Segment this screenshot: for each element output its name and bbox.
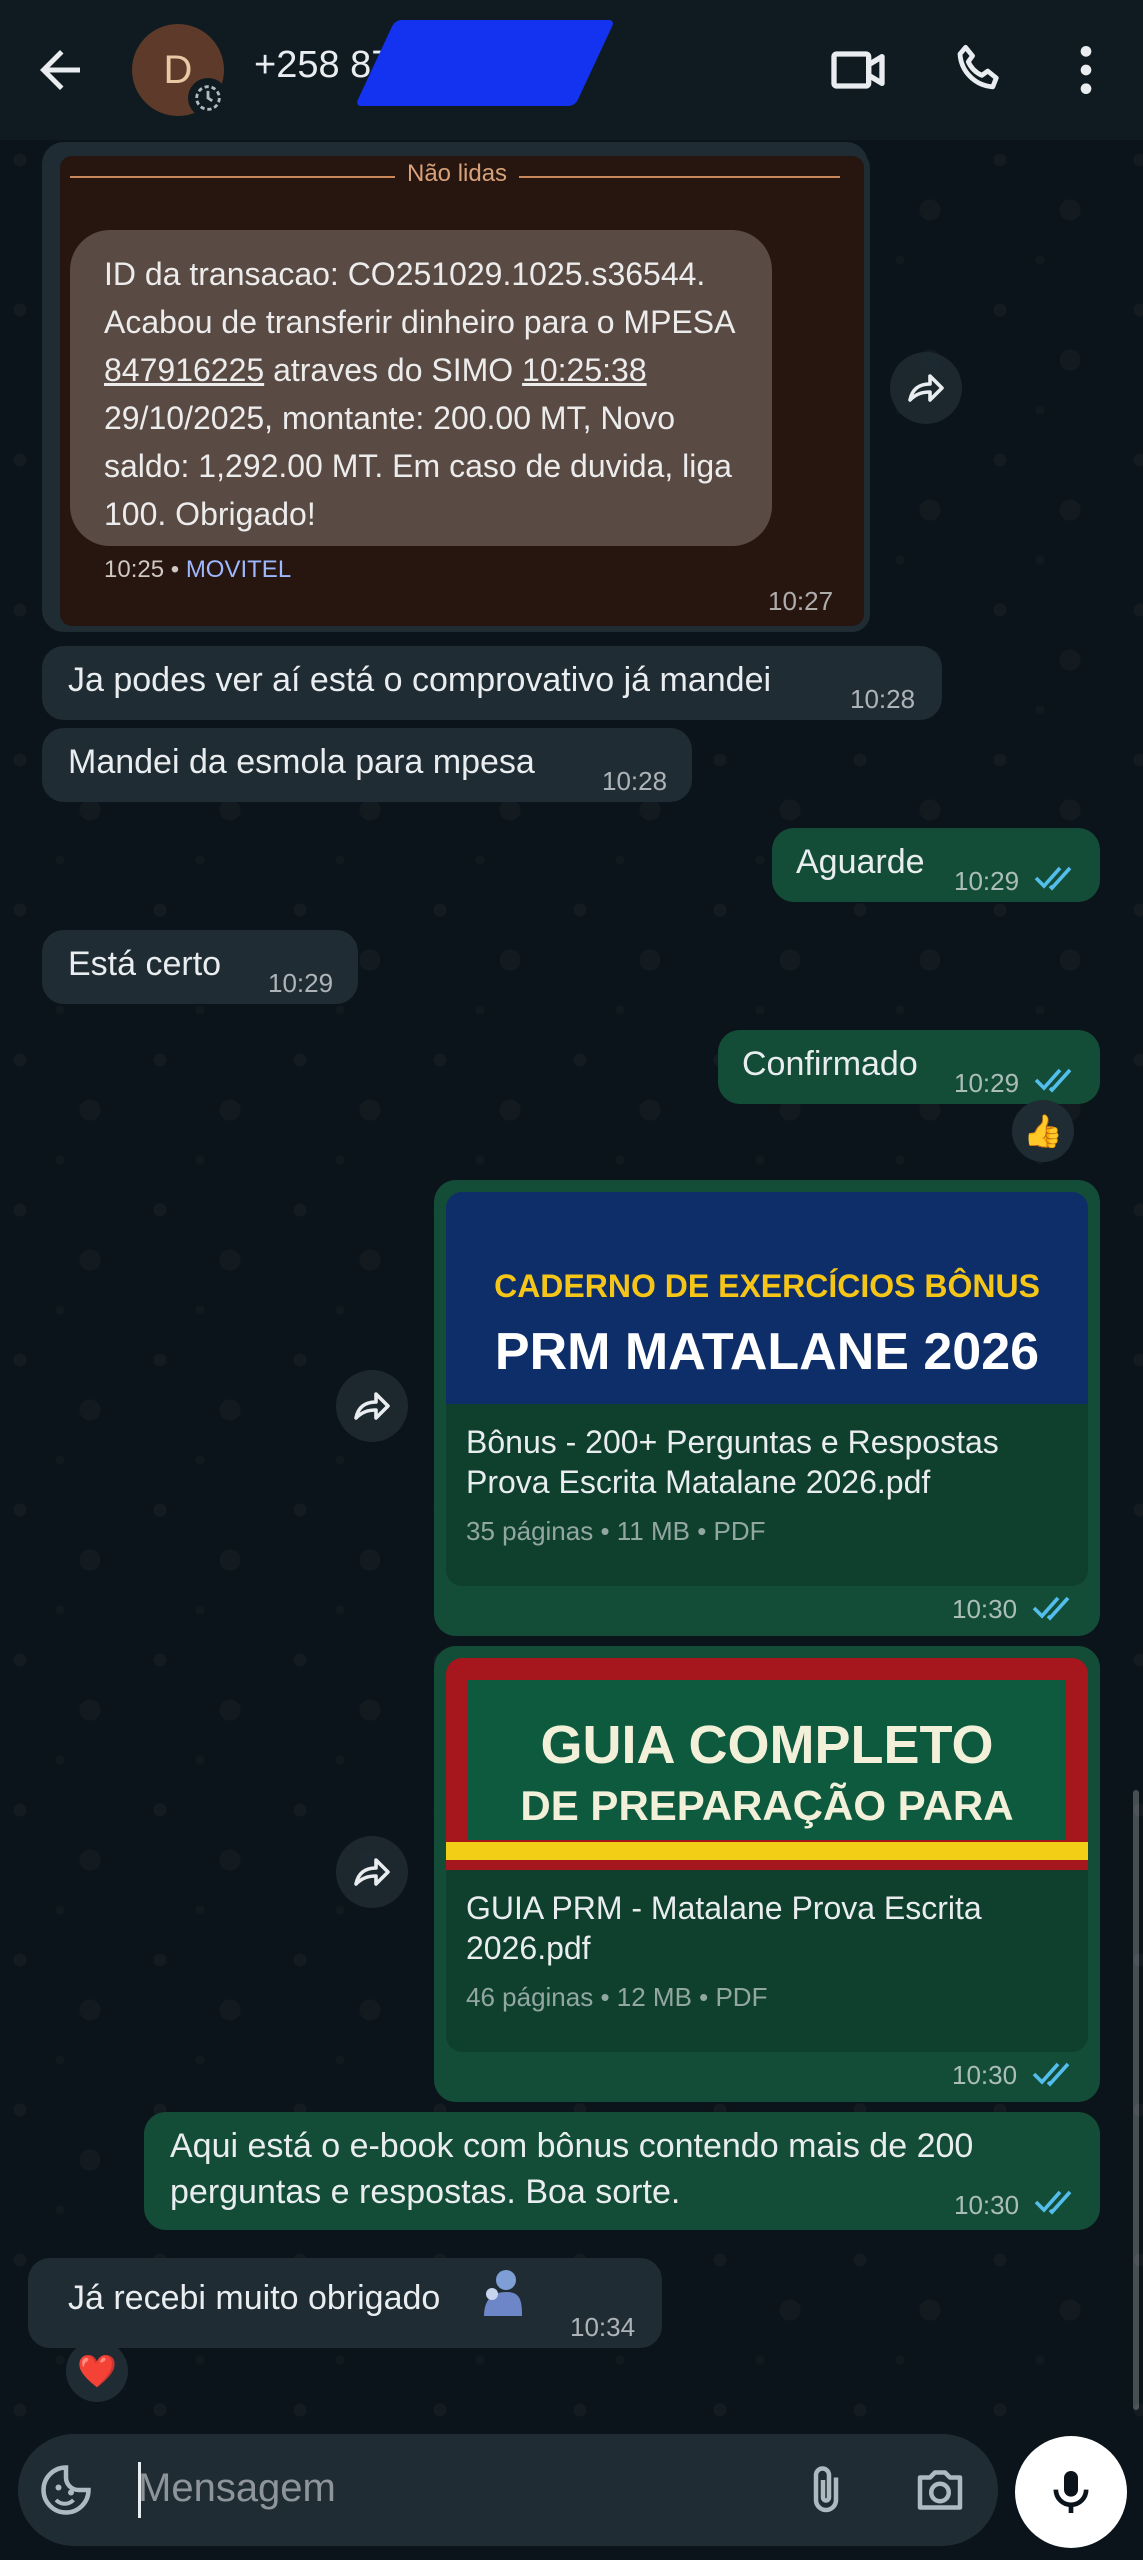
disappearing-timer-icon [188, 78, 228, 118]
message-input[interactable]: Mensagem [138, 2466, 336, 2511]
message-text: Já recebi muito obrigado [68, 2279, 441, 2317]
phone-call-icon[interactable] [948, 38, 1012, 102]
unread-label: Não lidas [395, 160, 520, 188]
document-thumbnail: GUIA COMPLETO DE PREPARAÇÃO PARA [446, 1658, 1088, 1870]
thumbnail-heading: GUIA COMPLETO [540, 1715, 994, 1775]
message-time: 10:29 [268, 968, 334, 998]
sms-line-part: atraves do SIMO [264, 352, 523, 388]
outgoing-message[interactable]: Confirmado 10:29 [718, 1030, 1100, 1104]
message-time: 10:28 [850, 684, 916, 714]
document-message[interactable]: CADERNO DE EXERCÍCIOS BÔNUS PRM MATALANE… [434, 1180, 1100, 1636]
sms-time-link: 10:25:38 [522, 352, 647, 388]
message-text: Mandei da esmola para mpesa [68, 743, 535, 781]
forward-icon[interactable] [336, 1836, 408, 1908]
reaction-heart[interactable]: ❤️ [66, 2340, 128, 2402]
sms-line: 847916225 atraves do SIMO 10:25:38 [104, 346, 738, 394]
message-time: 10:28 [602, 766, 668, 796]
thumbnail-title: PRM MATALANE 2026 [494, 1323, 1040, 1381]
read-ticks-icon [1032, 1596, 1070, 1621]
forward-icon[interactable] [336, 1370, 408, 1442]
read-ticks-icon [1032, 2062, 1070, 2087]
thumbnail-title: DE PREPARAÇÃO PARA [520, 1782, 1014, 1829]
mic-button[interactable] [1015, 2436, 1127, 2548]
message-text: Aguarde [796, 843, 925, 881]
message-time: 10:27 [768, 586, 834, 616]
document-name: Bônus - 200+ Perguntas e Respostas Prova… [466, 1424, 999, 1500]
video-call-icon[interactable] [826, 38, 890, 102]
person-sticker-icon [480, 2268, 524, 2318]
read-ticks-icon [1034, 1068, 1072, 1093]
sms-line: ID da transacao: CO251029.1025.s36544. [104, 256, 706, 292]
back-arrow-icon[interactable] [30, 40, 90, 100]
thumbnail-stripe [446, 1842, 1088, 1860]
incoming-message[interactable]: Ja podes ver aí está o comprovativo já m… [42, 646, 942, 720]
scrollbar[interactable] [1133, 1790, 1139, 2410]
document-thumbnail: CADERNO DE EXERCÍCIOS BÔNUS PRM MATALANE… [446, 1192, 1088, 1404]
sms-phone-number: 847916225 [104, 352, 265, 388]
reaction-thumbs-up[interactable]: 👍 [1012, 1100, 1074, 1162]
sms-line: 100. Obrigado! [104, 496, 316, 532]
sms-line: saldo: 1,292.00 MT. Em caso de duvida, l… [104, 448, 732, 484]
message-time: 10:29 [954, 1068, 1020, 1098]
outgoing-message[interactable]: Aqui está o e-book com bônus contendo ma… [144, 2112, 1100, 2230]
mic-icon [1053, 2471, 1089, 2513]
document-info: 35 páginas • 11 MB • PDF [466, 1516, 766, 1546]
sms-line: 29/10/2025, montante: 200.00 MT, Novo [104, 400, 676, 436]
separator: • [170, 556, 180, 583]
message-time: 10:30 [954, 2190, 1020, 2220]
redaction-scribble [354, 20, 616, 106]
document-name: GUIA PRM - Matalane Prova Escrita 2026.p… [466, 1890, 982, 1966]
sms-line: Acabou de transferir dinheiro para o MPE… [104, 304, 736, 340]
thumbnail-heading: CADERNO DE EXERCÍCIOS BÔNUS [494, 1268, 1040, 1304]
read-ticks-icon [1034, 2190, 1072, 2215]
message-text: Confirmado [742, 1045, 918, 1083]
sms-meta: 10:25 • MOVITEL [104, 556, 291, 584]
attach-icon[interactable] [796, 2460, 856, 2520]
document-card[interactable]: GUIA COMPLETO DE PREPARAÇÃO PARA GUIA PR… [446, 1658, 1088, 2052]
chat-screen: D +258 87 Não lidas ID da transacao: CO2… [0, 0, 1143, 2560]
chat-header: D +258 87 [0, 0, 1143, 140]
message-text: Aqui está o e-book com bônus contendo ma… [170, 2127, 974, 2211]
document-message[interactable]: GUIA COMPLETO DE PREPARAÇÃO PARA GUIA PR… [434, 1646, 1100, 2102]
incoming-message[interactable]: Está certo 10:29 [42, 930, 358, 1004]
avatar-letter: D [163, 47, 193, 92]
sms-time: 10:25 [104, 556, 165, 583]
more-vert-icon[interactable] [1054, 38, 1118, 102]
outgoing-message[interactable]: Aguarde 10:29 [772, 828, 1100, 902]
message-text: Ja podes ver aí está o comprovativo já m… [68, 661, 772, 699]
incoming-message[interactable]: Já recebi muito obrigado 10:34 [28, 2258, 662, 2348]
incoming-message[interactable]: Mandei da esmola para mpesa 10:28 [42, 728, 692, 802]
document-info: 46 páginas • 12 MB • PDF [466, 1982, 768, 2012]
message-text: Está certo [68, 945, 222, 983]
sticker-icon[interactable] [36, 2460, 96, 2520]
forward-icon[interactable] [890, 352, 962, 424]
message-time: 10:30 [952, 2060, 1018, 2090]
read-ticks-icon [1034, 866, 1072, 891]
sms-carrier: MOVITEL [185, 556, 292, 583]
camera-icon[interactable] [910, 2460, 970, 2520]
sms-text: ID da transacao: CO251029.1025.s36544. A… [70, 230, 772, 546]
message-time: 10:29 [954, 866, 1020, 896]
message-time: 10:34 [570, 2312, 636, 2342]
document-card[interactable]: CADERNO DE EXERCÍCIOS BÔNUS PRM MATALANE… [446, 1192, 1088, 1586]
message-time: 10:30 [952, 1594, 1018, 1624]
message-composer[interactable]: Mensagem [18, 2434, 998, 2546]
